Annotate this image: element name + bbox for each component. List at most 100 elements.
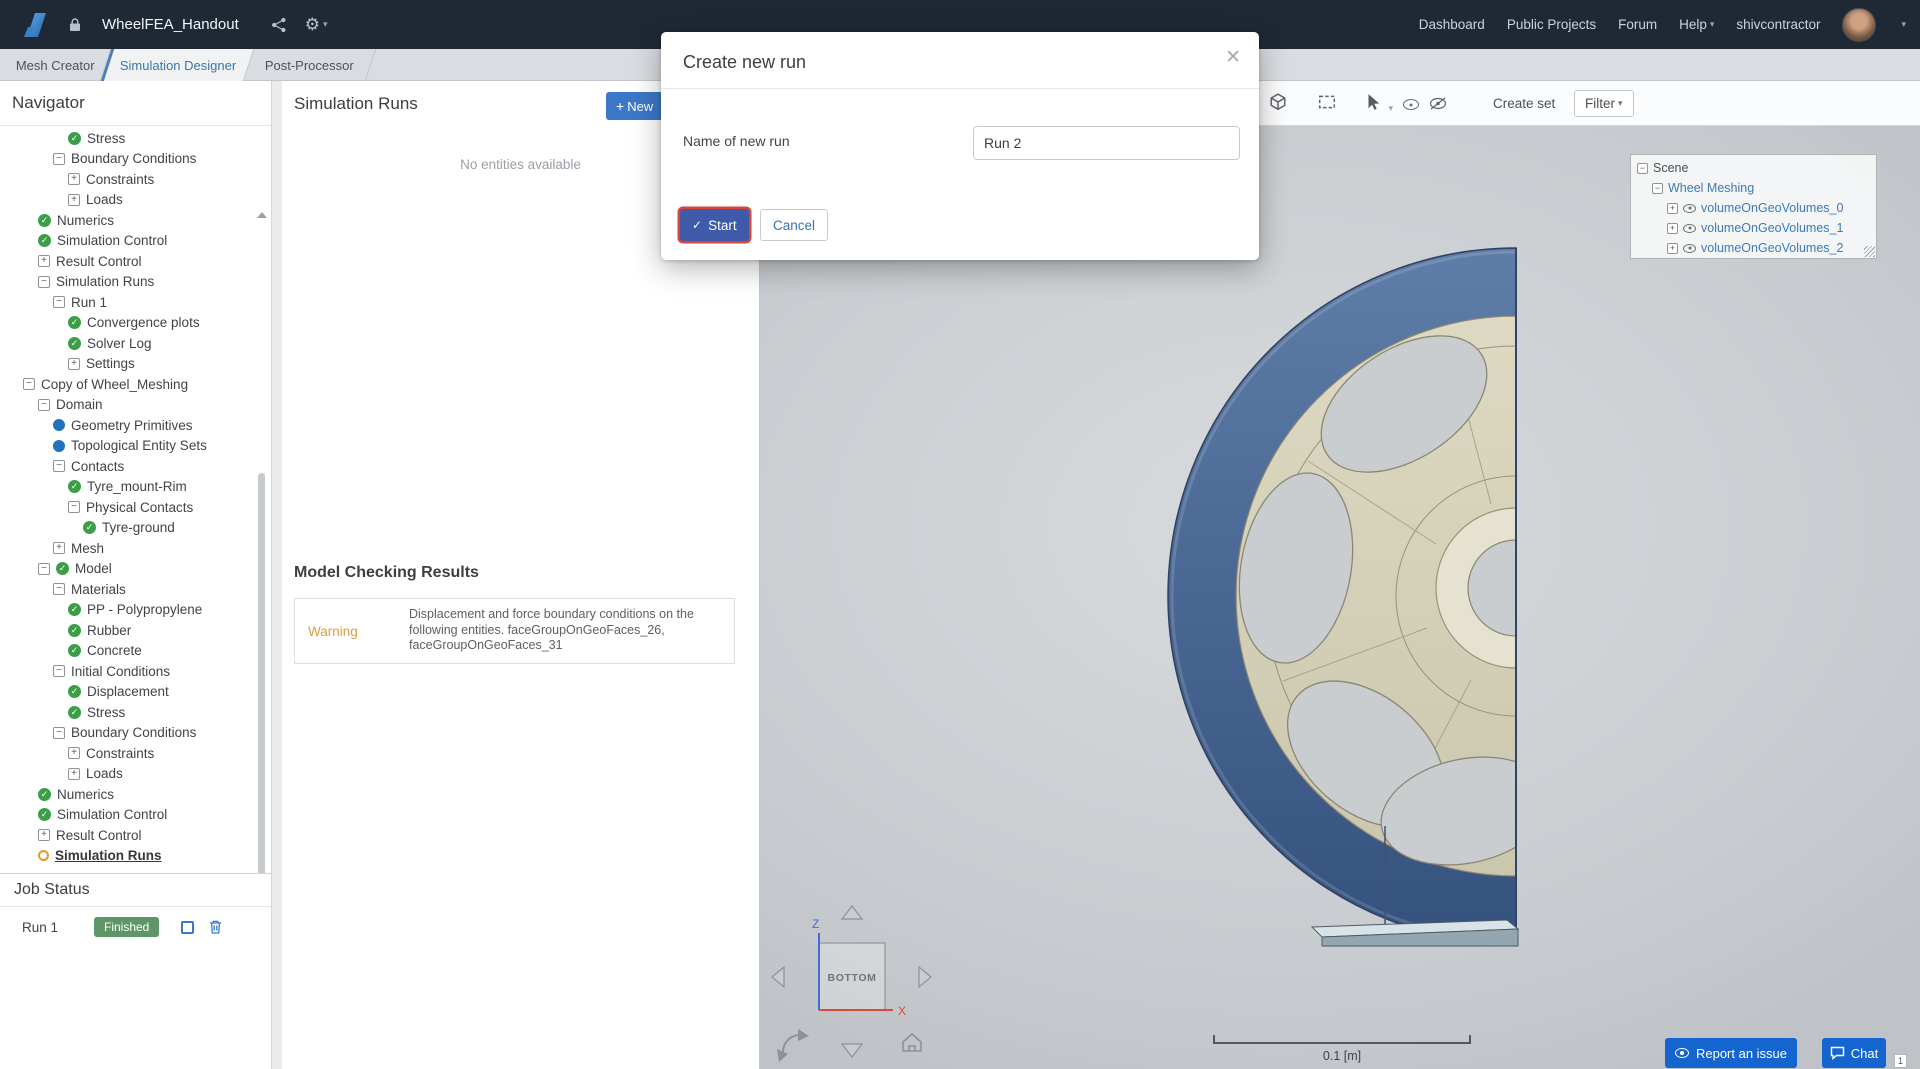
report-issue-button[interactable]: Report an issue	[1665, 1038, 1797, 1068]
collapse-icon[interactable]: −	[1652, 182, 1663, 194]
cursor-tool-icon[interactable]: ▾	[1365, 93, 1393, 116]
tree-item[interactable]: − ✓ Model	[0, 559, 257, 580]
chevron-down-icon[interactable]: ▾	[1901, 19, 1906, 30]
tab-simulation-designer[interactable]: Simulation Designer	[100, 49, 255, 81]
tree-item[interactable]: + Constraints	[0, 743, 257, 764]
expand-icon[interactable]: +	[68, 173, 80, 186]
collapse-icon[interactable]: −	[1637, 162, 1648, 174]
tree-item[interactable]: + Settings	[0, 354, 257, 375]
share-icon[interactable]	[271, 17, 287, 33]
collapse-icon[interactable]: −	[53, 152, 65, 165]
expand-icon[interactable]: +	[68, 767, 80, 780]
expand-icon[interactable]: +	[38, 255, 50, 268]
volume-select-icon[interactable]	[1269, 93, 1287, 116]
username[interactable]: shivcontractor	[1736, 17, 1820, 32]
tree-item[interactable]: + Constraints	[0, 169, 257, 190]
nav-forum[interactable]: Forum	[1618, 17, 1657, 32]
close-icon[interactable]: ✕	[1225, 46, 1241, 69]
tree-item[interactable]: ✓ Convergence plots	[0, 313, 257, 334]
tree-item[interactable]: − Run 1	[0, 292, 257, 313]
nav-dashboard[interactable]: Dashboard	[1419, 17, 1485, 32]
tree-item[interactable]: ✓ Numerics	[0, 784, 257, 805]
collapse-icon[interactable]: −	[53, 583, 65, 596]
tree-item[interactable]: ✓ Simulation Control	[0, 805, 257, 826]
tree-item[interactable]: ✓ PP - Polypropylene	[0, 600, 257, 621]
collapse-icon[interactable]: −	[53, 665, 65, 678]
expand-icon[interactable]: +	[1667, 242, 1678, 254]
tree-item[interactable]: + Result Control	[0, 825, 257, 846]
collapse-icon[interactable]: −	[53, 296, 65, 309]
tree-item[interactable]: − Initial Conditions	[0, 661, 257, 682]
visibility-eye-icon[interactable]	[1683, 223, 1696, 233]
tree-item[interactable]: + Result Control	[0, 251, 257, 272]
scene-tree-item[interactable]: + volumeOnGeoVolumes_1	[1637, 218, 1876, 238]
avatar[interactable]	[1842, 7, 1877, 42]
settings-menu[interactable]: ⚙ ▾	[305, 15, 328, 35]
rotate-up-icon[interactable]	[840, 905, 864, 920]
expand-icon[interactable]: +	[38, 829, 50, 842]
scene-tree-item[interactable]: + volumeOnGeoVolumes_0	[1637, 198, 1876, 218]
collapse-icon[interactable]: −	[53, 726, 65, 739]
tree-item[interactable]: ✓ Tyre-ground	[0, 518, 257, 539]
box-select-icon[interactable]	[1318, 93, 1336, 116]
tree-item[interactable]: ✓ Stress	[0, 702, 257, 723]
orientation-gizmo[interactable]: BOTTOM Z X	[771, 895, 936, 1069]
delete-run-button[interactable]	[208, 919, 223, 935]
home-view-icon[interactable]	[902, 1032, 922, 1052]
scene-tree-item[interactable]: − Wheel Meshing	[1637, 178, 1876, 198]
tree-item[interactable]: ✓ Concrete	[0, 641, 257, 662]
tree-item[interactable]: + Loads	[0, 764, 257, 785]
nav-public-projects[interactable]: Public Projects	[1507, 17, 1596, 32]
tree-item[interactable]: − Simulation Runs	[0, 272, 257, 293]
scene-tree-item[interactable]: − Scene	[1637, 158, 1876, 178]
scroll-up-icon[interactable]	[257, 212, 267, 218]
expand-icon[interactable]: +	[1667, 222, 1678, 234]
tree-item[interactable]: − Domain	[0, 395, 257, 416]
tab-mesh-creator[interactable]: Mesh Creator	[0, 49, 112, 81]
simscale-logo[interactable]	[20, 9, 50, 41]
collapse-icon[interactable]: −	[38, 398, 50, 411]
tab-post-processor[interactable]: Post-Processor	[243, 49, 377, 81]
navigator-scrollbar[interactable]	[258, 473, 265, 873]
tree-item[interactable]: Simulation Runs	[0, 846, 257, 867]
tree-item[interactable]: ✓ Solver Log	[0, 333, 257, 354]
collapse-icon[interactable]: −	[38, 275, 50, 288]
new-run-button[interactable]: New	[606, 92, 664, 120]
collapse-icon[interactable]: −	[68, 501, 80, 514]
tree-item[interactable]: Topological Entity Sets	[0, 436, 257, 457]
tree-item[interactable]: ✓ Stress	[0, 128, 257, 149]
show-icon[interactable]	[1403, 97, 1424, 115]
tree-item[interactable]: ✓ Tyre_mount-Rim	[0, 477, 257, 498]
run-name-input[interactable]	[973, 126, 1240, 160]
expand-icon[interactable]: +	[68, 747, 80, 760]
start-button[interactable]: ✓ Start	[680, 209, 749, 241]
expand-icon[interactable]: +	[68, 193, 80, 206]
create-set-button[interactable]: Create set	[1483, 90, 1565, 117]
expand-icon[interactable]: +	[1667, 202, 1678, 214]
resize-handle[interactable]	[1864, 246, 1875, 257]
collapse-icon[interactable]: −	[38, 562, 50, 575]
rotate-left-icon[interactable]	[771, 965, 785, 989]
tree-item[interactable]: − Physical Contacts	[0, 497, 257, 518]
visibility-eye-icon[interactable]	[1683, 243, 1696, 253]
collapse-icon[interactable]: −	[53, 460, 65, 473]
tree-item[interactable]: ✓ Displacement	[0, 682, 257, 703]
scene-tree-item[interactable]: + volumeOnGeoVolumes_2	[1637, 238, 1876, 258]
tree-item[interactable]: − Boundary Conditions	[0, 149, 257, 170]
tree-item[interactable]: Geometry Primitives	[0, 415, 257, 436]
tree-item[interactable]: + Loads	[0, 190, 257, 211]
visibility-eye-icon[interactable]	[1683, 203, 1696, 213]
tree-item[interactable]: − Copy of Wheel_Meshing	[0, 374, 257, 395]
stop-run-button[interactable]	[181, 920, 195, 934]
tree-item[interactable]: ✓ Simulation Control	[0, 231, 257, 252]
chat-button[interactable]: Chat	[1822, 1038, 1886, 1068]
tree-item[interactable]: − Materials	[0, 579, 257, 600]
notification-badge[interactable]: 1	[1894, 1054, 1907, 1068]
tree-item[interactable]: ✓ Numerics	[0, 210, 257, 231]
rotate-right-icon[interactable]	[918, 965, 932, 989]
rotate-down-icon[interactable]	[840, 1043, 864, 1058]
nav-help[interactable]: Help ▾	[1679, 17, 1714, 32]
filter-dropdown[interactable]: Filter ▾	[1574, 90, 1634, 117]
tree-item[interactable]: − Contacts	[0, 456, 257, 477]
collapse-icon[interactable]: −	[23, 378, 35, 391]
